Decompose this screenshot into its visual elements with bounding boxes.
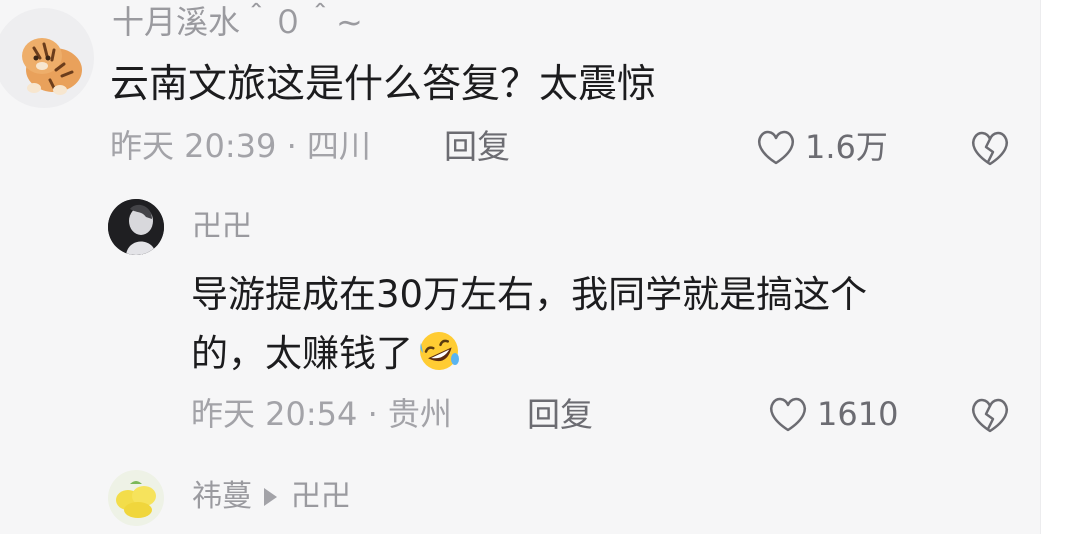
broken-heart-icon bbox=[972, 398, 1008, 433]
username[interactable]: 十月溪水＾０＾~ bbox=[112, 6, 363, 38]
like-button[interactable]: 1610 bbox=[767, 395, 898, 433]
dislike-button[interactable] bbox=[968, 128, 1012, 172]
reply-button[interactable]: 回复 bbox=[527, 398, 593, 431]
like-button[interactable]: 1.6万 bbox=[755, 128, 888, 166]
avatar[interactable] bbox=[108, 470, 164, 526]
avatar[interactable] bbox=[0, 8, 94, 108]
comment-meta: 昨天 20:39 · 四川 bbox=[110, 127, 371, 165]
reply-arrow-icon bbox=[264, 488, 277, 506]
comment-text: 云南文旅这是什么答复？太震惊 bbox=[110, 62, 657, 107]
reply-to-username[interactable]: 卍卍 bbox=[291, 482, 351, 512]
username[interactable]: 祎蔓 bbox=[192, 482, 252, 512]
tiger-avatar-icon bbox=[22, 38, 82, 95]
comment-thread: 十月溪水＾０＾~ 云南文旅这是什么答复？太震惊 昨天 20:39 · 四川 回复… bbox=[0, 0, 1041, 534]
heart-icon bbox=[770, 397, 806, 432]
like-count: 1610 bbox=[817, 395, 899, 433]
heart-icon bbox=[758, 130, 794, 165]
lemon-avatar-icon bbox=[116, 481, 156, 518]
reply-button[interactable]: 回复 bbox=[444, 130, 510, 163]
reply-text-line-2-text: 的，太赚钱了 bbox=[191, 331, 413, 375]
reply-header: 祎蔓 卍卍 bbox=[192, 482, 351, 512]
broken-heart-icon bbox=[972, 131, 1008, 166]
avatar[interactable] bbox=[108, 199, 164, 255]
reply-text-line-1: 导游提成在30万左右，我同学就是搞这个 bbox=[191, 273, 868, 316]
portrait-avatar-icon bbox=[108, 199, 164, 255]
reply-text-line-2: 的，太赚钱了 bbox=[191, 331, 461, 375]
reply-meta: 昨天 20:54 · 贵州 bbox=[191, 395, 452, 433]
like-count: 1.6万 bbox=[805, 128, 888, 166]
rolling-on-floor-laughing-emoji-icon bbox=[420, 332, 459, 370]
username[interactable]: 卍卍 bbox=[192, 212, 252, 242]
dislike-button[interactable] bbox=[968, 395, 1012, 439]
